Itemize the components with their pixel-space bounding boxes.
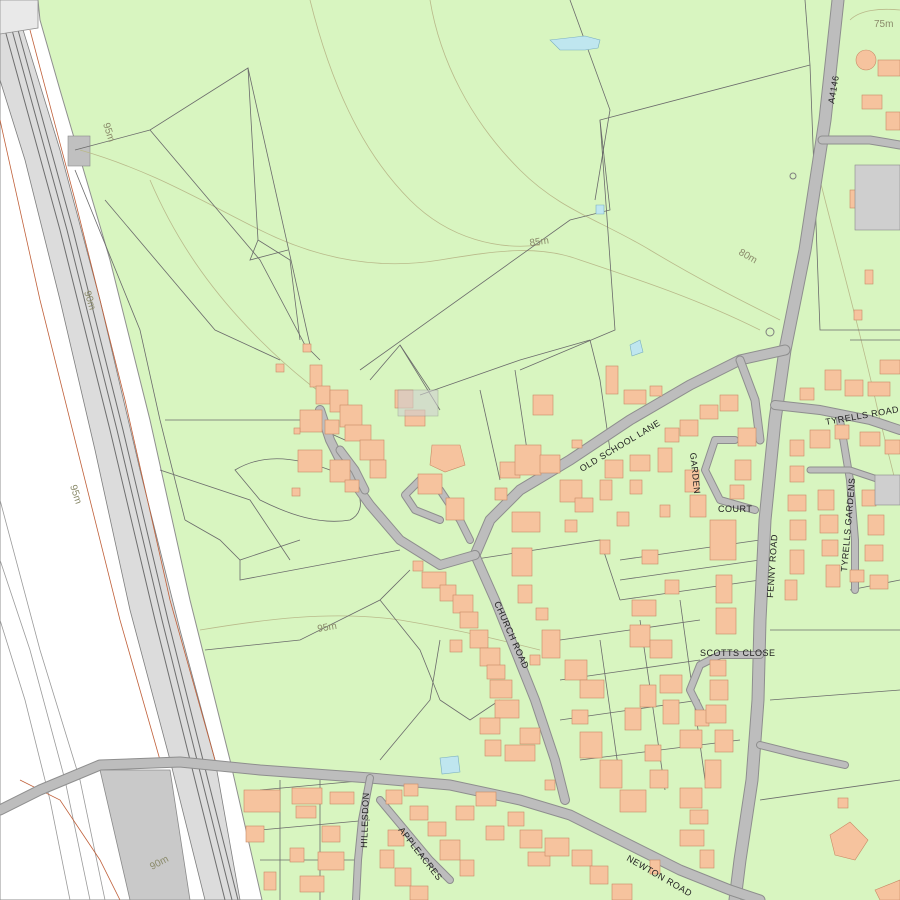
map-svg: A4146 OLD SCHOOL LANE TYRELLS ROAD GARDE…	[0, 0, 900, 900]
label-hillesdon: HILLESDON	[359, 792, 371, 848]
contour-label-75m: 75m	[874, 19, 893, 30]
label-scotts-close: SCOTTS CLOSE	[700, 648, 776, 658]
label-court: COURT	[718, 504, 752, 514]
map-canvas[interactable]: A4146 OLD SCHOOL LANE TYRELLS ROAD GARDE…	[0, 0, 900, 900]
